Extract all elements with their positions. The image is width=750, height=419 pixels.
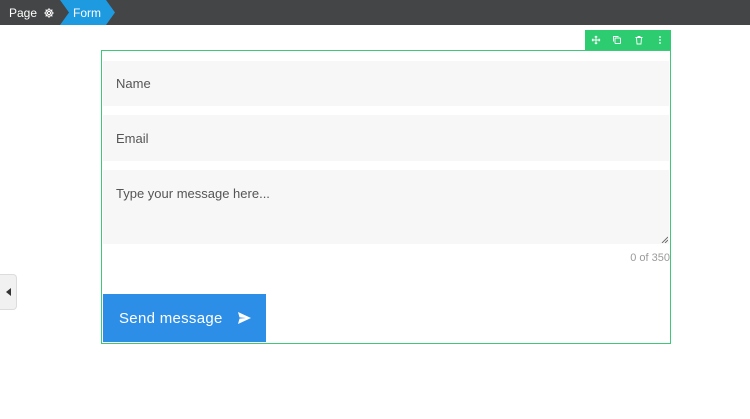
breadcrumb-form-label: Form: [73, 5, 101, 20]
send-message-button[interactable]: Send message: [103, 294, 266, 342]
widget-toolbar: [585, 30, 671, 50]
sidebar-toggle-handle[interactable]: [0, 274, 17, 310]
breadcrumb-page-label: Page: [9, 5, 38, 20]
resize-grip-icon[interactable]: [661, 236, 668, 243]
delete-button[interactable]: [628, 30, 650, 50]
send-icon: [237, 312, 251, 324]
more-vertical-icon: [659, 36, 662, 44]
duplicate-button[interactable]: [607, 30, 629, 50]
breadcrumb-page[interactable]: Page: [0, 0, 60, 25]
move-icon: [591, 35, 601, 45]
top-breadcrumb-bar: Page Form: [0, 0, 750, 25]
name-input[interactable]: Name: [103, 61, 669, 106]
message-placeholder: Type your message here...: [116, 186, 270, 201]
more-options-button[interactable]: [650, 30, 672, 50]
move-button[interactable]: [585, 30, 607, 50]
breadcrumb-form[interactable]: Form: [60, 0, 115, 25]
message-textarea[interactable]: Type your message here...: [103, 170, 669, 244]
send-button-label: Send message: [119, 309, 223, 327]
trash-icon: [635, 36, 643, 45]
character-counter: 0 of 350: [630, 252, 670, 264]
duplicate-icon: [613, 36, 622, 44]
email-placeholder: Email: [116, 130, 149, 146]
gear-icon[interactable]: [43, 7, 55, 19]
name-placeholder: Name: [116, 76, 151, 91]
chevron-left-icon: [5, 288, 11, 296]
email-input[interactable]: Email: [103, 115, 669, 161]
